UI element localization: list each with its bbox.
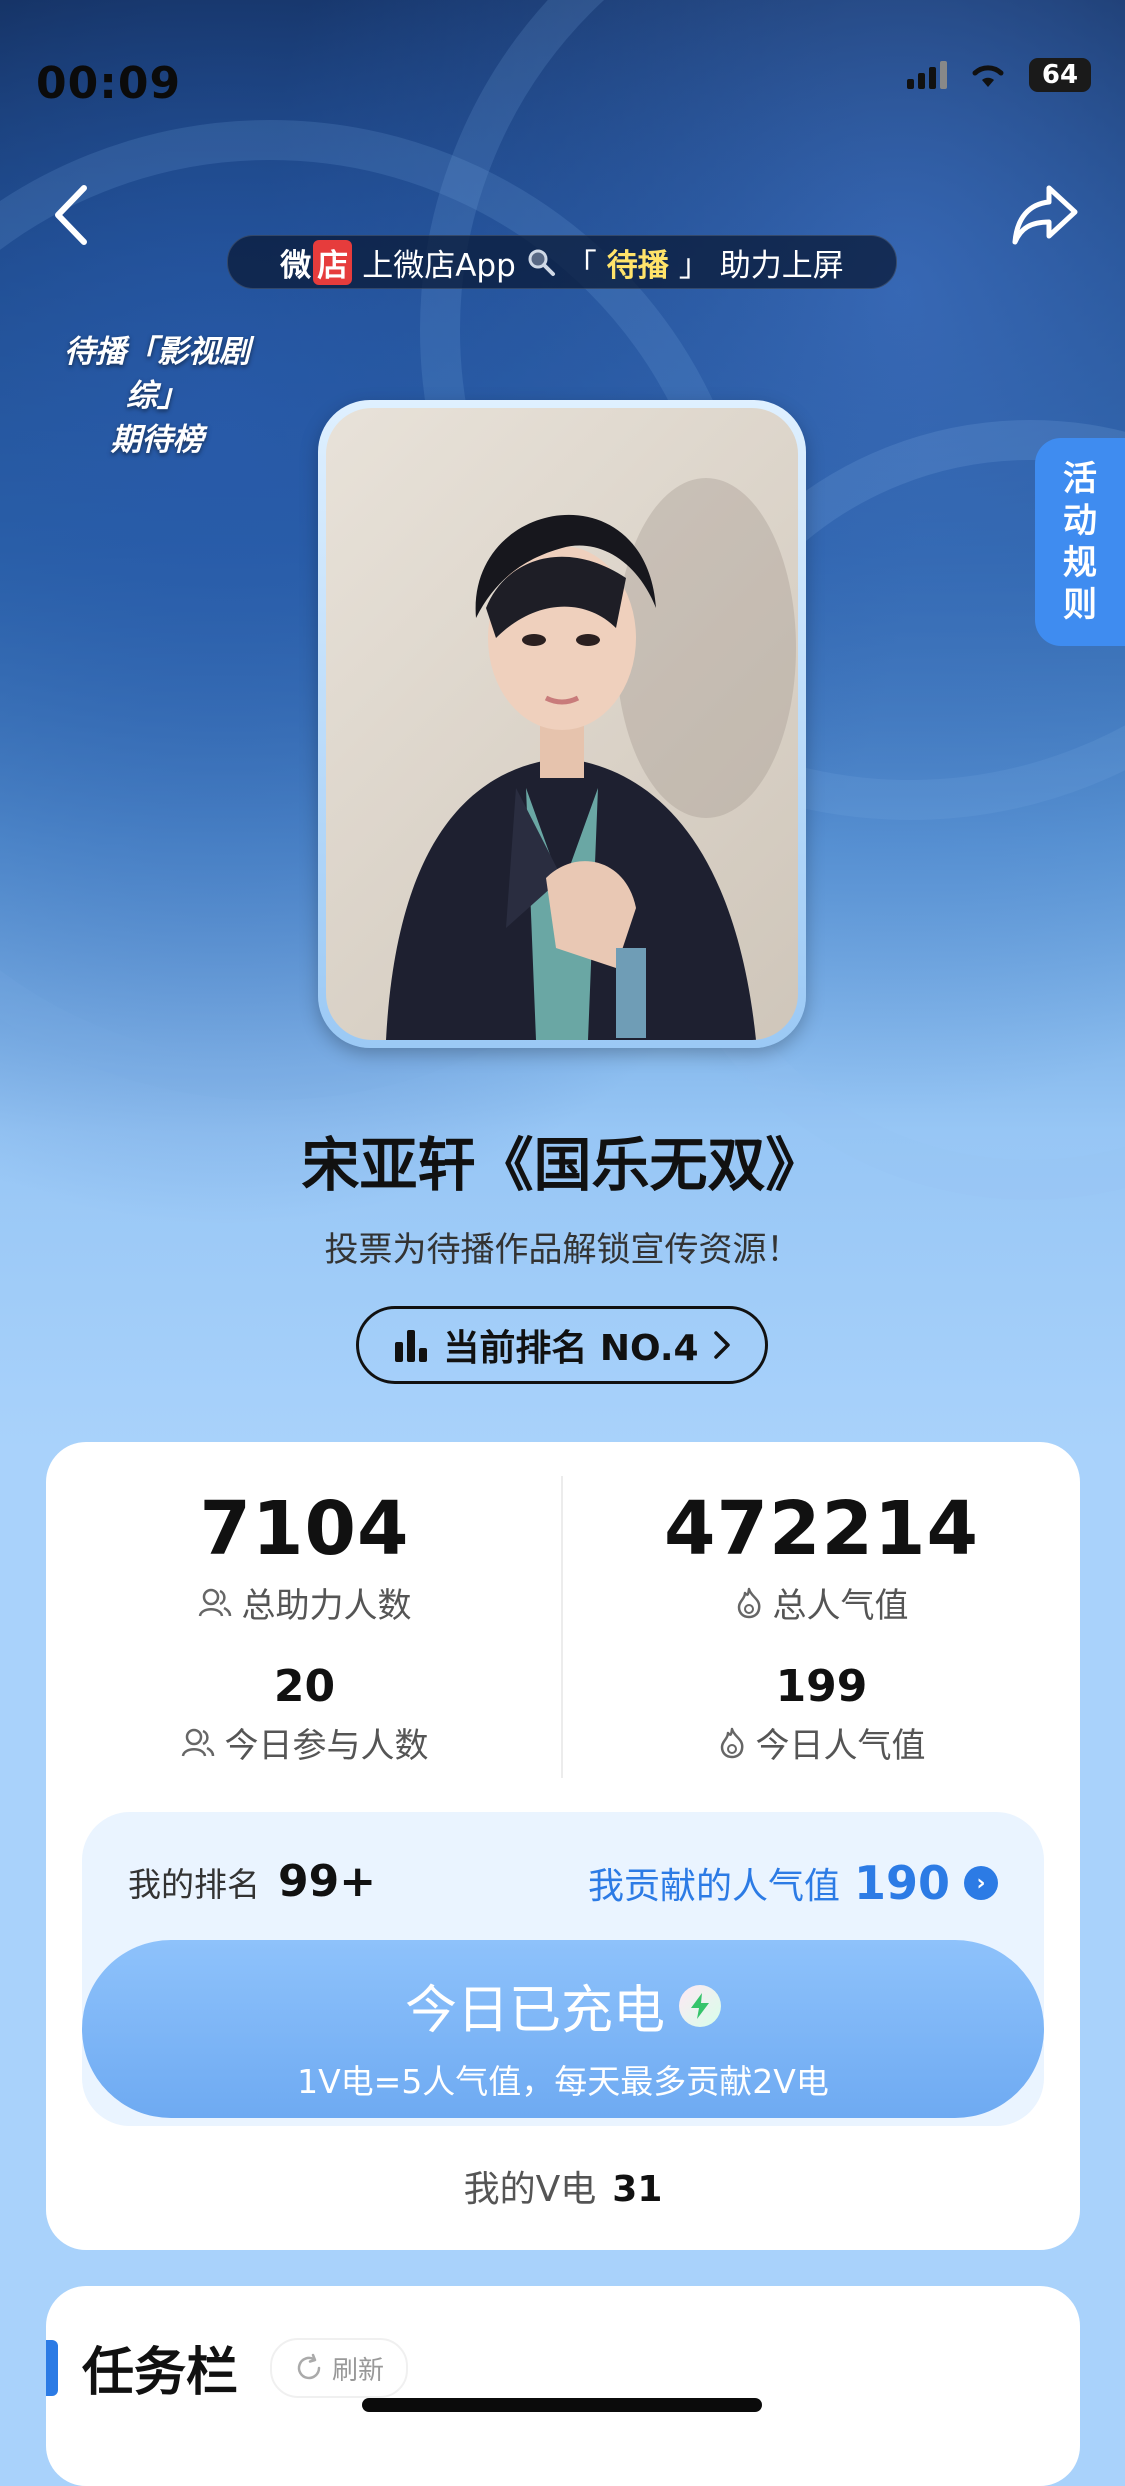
my-rank-label: 我的排名: [128, 1865, 260, 1904]
task-title: 任务栏: [82, 2343, 239, 2403]
search-icon: [528, 249, 555, 276]
my-contribution-value: 190: [853, 1856, 950, 1910]
stats-card: 7104 总助力人数 20 今日参与人数 472214 总人气值 199 今日人…: [46, 1442, 1080, 2250]
bar-chart-icon: [395, 1330, 428, 1362]
current-rank-button[interactable]: 当前排名 NO.4: [356, 1306, 768, 1384]
chevron-left-icon: [55, 185, 87, 245]
refresh-label: 刷新: [332, 2355, 385, 2386]
my-contribution-link[interactable]: 我贡献的人气值 190 ›: [588, 1856, 998, 1910]
total-helpers-label: 总助力人数: [241, 1586, 412, 1626]
charge-button[interactable]: 今日已充电 1V电=5人气值，每天最多贡献2V电: [82, 1940, 1044, 2118]
my-v-label: 我的V电: [463, 2169, 597, 2210]
chevron-right-circle-icon: ›: [964, 1866, 998, 1900]
share-button[interactable]: [1011, 182, 1081, 248]
charge-subtitle: 1V电=5人气值，每天最多贡献2V电: [297, 2062, 829, 2101]
stats-right-column: 472214 总人气值 199 今日人气值: [563, 1442, 1080, 1767]
status-bar: 00:09 64: [0, 0, 1125, 150]
users-icon: [181, 1728, 214, 1756]
promo-text: 上微店App: [362, 247, 516, 284]
today-popularity-label: 今日人气值: [755, 1726, 926, 1766]
page-subtitle: 投票为待播作品解锁宣传资源！: [324, 1230, 801, 1270]
back-button[interactable]: [44, 180, 104, 250]
cellular-signal-icon: [907, 61, 947, 89]
chevron-right-icon: [713, 1331, 730, 1359]
lightning-icon: [679, 1984, 721, 2027]
stats-left-column: 7104 总助力人数 20 今日参与人数: [46, 1442, 563, 1767]
promo-suffix: 助力上屏: [719, 247, 844, 284]
today-participants-label: 今日参与人数: [224, 1726, 429, 1766]
current-rank-label: 当前排名 NO.4: [443, 1328, 699, 1369]
my-rank: 我的排名 99+: [128, 1856, 376, 1907]
promo-banner[interactable]: 微店 上微店App 「 待播 」 助力上屏: [227, 235, 897, 289]
task-accent-bar: [46, 2340, 58, 2396]
my-v-value: 31: [612, 2169, 663, 2210]
home-indicator: [362, 2398, 762, 2412]
wifi-icon: [972, 65, 1004, 87]
total-popularity-value: 472214: [664, 1486, 979, 1572]
page-title: 宋亚轩《国乐无双》: [301, 1131, 824, 1199]
artist-photo-frame: [318, 400, 806, 1048]
my-contribution-label: 我贡献的人气值: [587, 1866, 840, 1907]
chart-name: 待播「影视剧综」 期待榜: [64, 334, 250, 458]
flame-icon: [720, 1727, 743, 1758]
task-card: 任务栏 刷新: [46, 2286, 1080, 2486]
my-rank-value: 99+: [278, 1856, 377, 1907]
refresh-icon: [297, 2353, 321, 2380]
battery-icon: 64: [1029, 58, 1091, 92]
today-participants-value: 20: [273, 1661, 336, 1712]
my-v-balance: 我的V电 31: [46, 2160, 1080, 2212]
share-icon: [1012, 185, 1078, 245]
total-helpers-value: 7104: [199, 1486, 410, 1572]
today-popularity-value: 199: [775, 1661, 868, 1712]
users-icon: [198, 1588, 231, 1616]
artist-photo: [326, 408, 798, 1040]
status-time: 00:09: [36, 58, 182, 109]
total-popularity-label: 总人气值: [772, 1586, 909, 1626]
activity-rules-tab[interactable]: 活 动 规 则: [1035, 438, 1125, 646]
weidian-logo: 微店: [280, 239, 353, 285]
flame-icon: [737, 1587, 760, 1618]
charge-title: 今日已充电: [404, 1981, 665, 2041]
refresh-button[interactable]: 刷新: [270, 2338, 409, 2398]
promo-highlight: 待播: [606, 247, 669, 284]
